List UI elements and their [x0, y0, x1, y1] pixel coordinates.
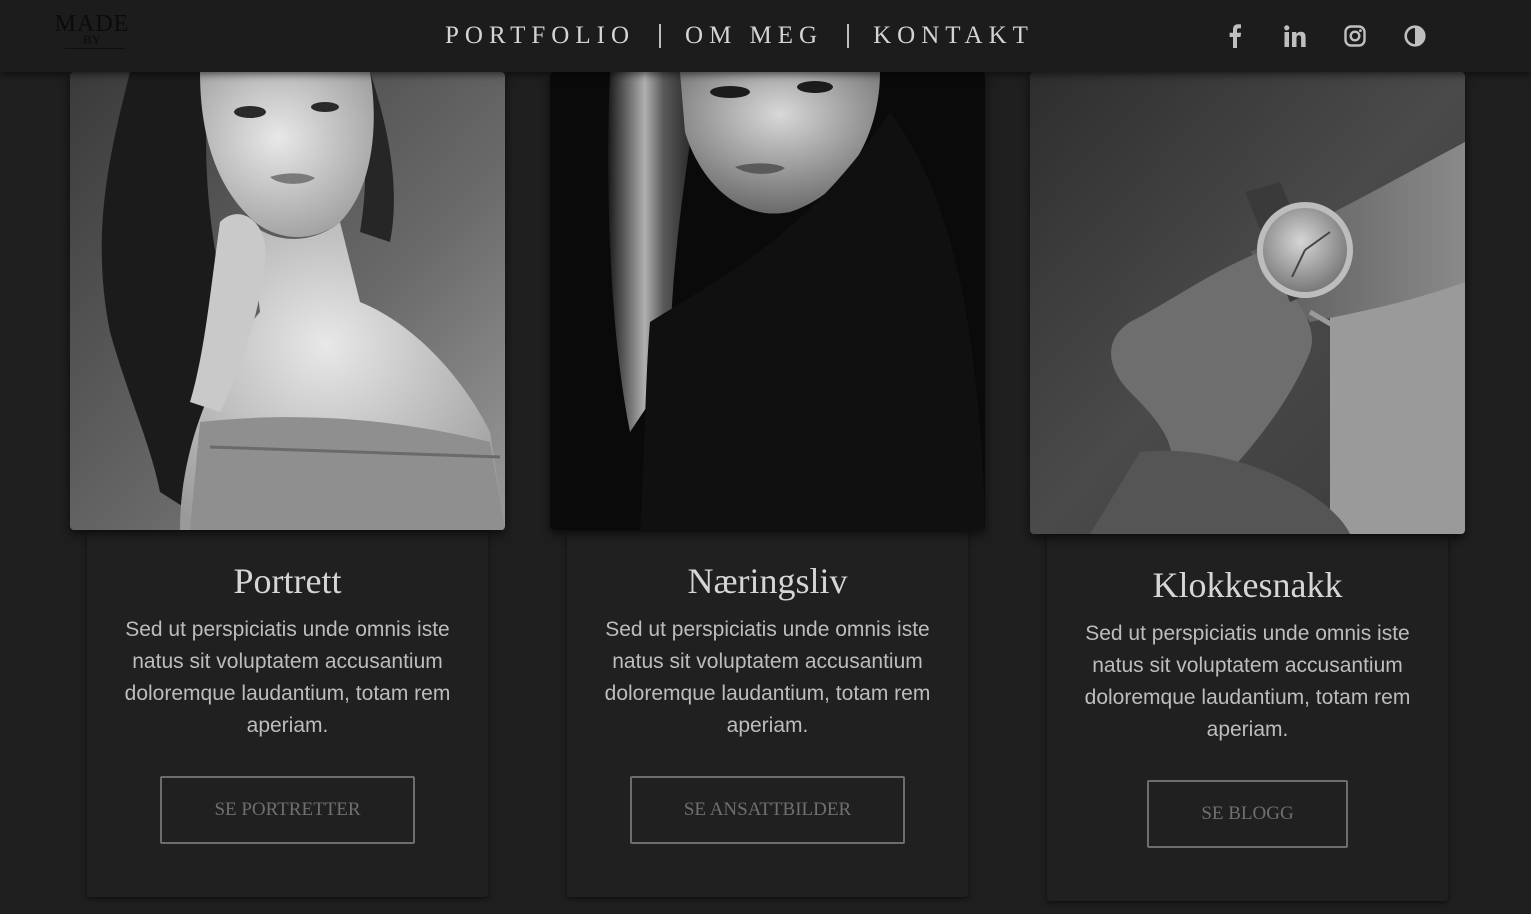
- site-logo[interactable]: MADE BY: [50, 12, 140, 64]
- card-body-portrett: Portrett Sed ut perspiciatis unde omnis …: [87, 532, 488, 897]
- contrast-toggle-icon[interactable]: [1385, 22, 1445, 50]
- nav-item-om-meg[interactable]: OM MEG: [675, 22, 833, 50]
- card-body-naeringsliv: Næringsliv Sed ut perspiciatis unde omni…: [567, 532, 968, 897]
- se-portretter-button[interactable]: SE PORTRETTER: [160, 776, 415, 844]
- card-body-klokkesnakk: Klokkesnakk Sed ut perspiciatis unde omn…: [1047, 536, 1448, 901]
- social-links: [1205, 22, 1445, 50]
- card-title: Klokkesnakk: [1152, 565, 1343, 605]
- facebook-icon[interactable]: [1205, 22, 1265, 50]
- card-title: Portrett: [233, 561, 342, 601]
- card-photo-klokkesnakk[interactable]: [1030, 72, 1465, 534]
- nav-item-portfolio[interactable]: PORTFOLIO: [435, 22, 645, 50]
- card-description: Sed ut perspiciatis unde omnis iste natu…: [124, 618, 451, 737]
- card-photo-naeringsliv[interactable]: [550, 72, 985, 530]
- instagram-icon[interactable]: [1325, 22, 1385, 50]
- main-nav: PORTFOLIO OM MEG KONTAKT: [435, 18, 1044, 54]
- se-ansattbilder-button[interactable]: SE ANSATTBILDER: [629, 776, 906, 844]
- logo-signature-line: [65, 48, 125, 49]
- card-photo-portrett[interactable]: [70, 72, 505, 530]
- card-title: Næringsliv: [687, 561, 848, 601]
- nav-divider: [659, 24, 662, 48]
- nav-divider: [847, 24, 850, 48]
- nav-item-kontakt[interactable]: KONTAKT: [863, 22, 1044, 50]
- se-blogg-button[interactable]: SE BLOGG: [1147, 780, 1348, 848]
- card-description: Sed ut perspiciatis unde omnis iste natu…: [604, 618, 931, 737]
- site-header: MADE BY PORTFOLIO OM MEG KONTAKT: [0, 0, 1531, 72]
- card-description: Sed ut perspiciatis unde omnis iste natu…: [1084, 622, 1411, 741]
- linkedin-icon[interactable]: [1265, 22, 1325, 50]
